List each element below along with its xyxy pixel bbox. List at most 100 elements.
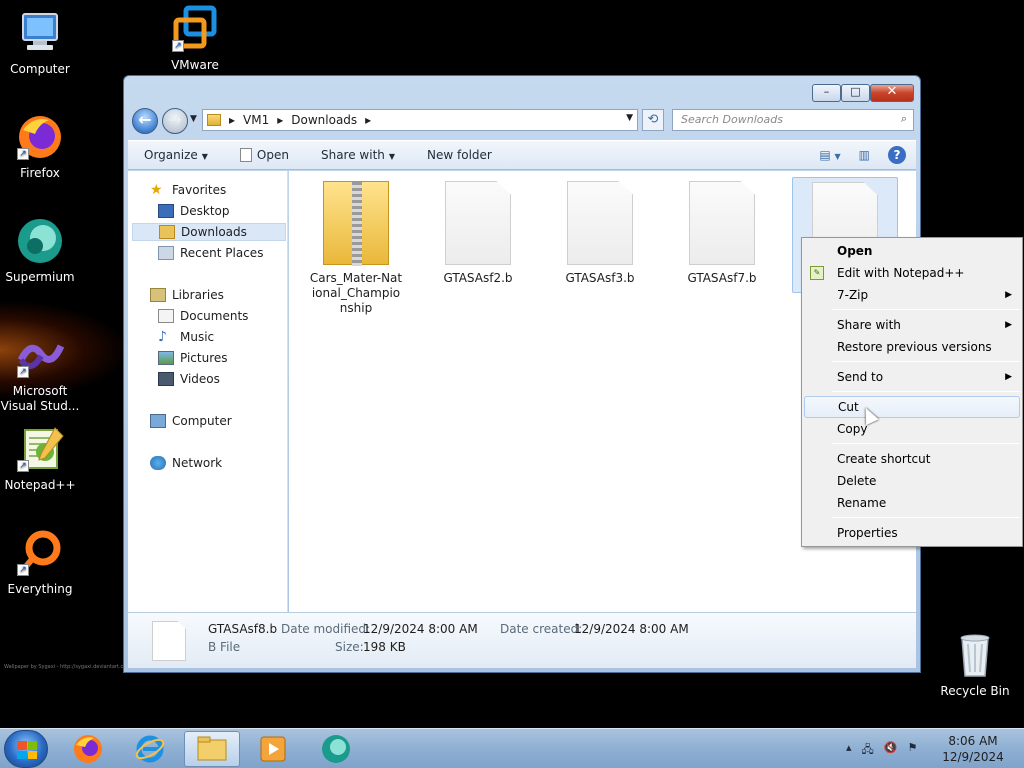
minimize-button[interactable]: – (812, 84, 841, 102)
change-view-button[interactable]: ▤ ▼ (819, 148, 840, 162)
back-button[interactable]: ← (132, 108, 158, 134)
file-item[interactable]: GTASAsf7.b (667, 177, 777, 286)
menu-item-send-to[interactable]: Send to ▶ (804, 366, 1020, 388)
search-icon[interactable]: ⌕ (901, 112, 907, 126)
nav-libraries[interactable]: Libraries (150, 286, 224, 304)
share-with-button[interactable]: Share with ▼ (305, 148, 411, 162)
breadcrumb-chevron-icon[interactable]: ▸ (365, 113, 371, 127)
file-item[interactable]: Cars_Mater-National_Championship (301, 177, 411, 316)
action-center-flag-icon[interactable]: ⚑ (908, 741, 918, 760)
nav-favorites[interactable]: ★ Favorites (150, 181, 226, 199)
system-tray: ▴ 🖧 🔇 ⚑ (846, 741, 917, 760)
nav-documents[interactable]: Documents (158, 307, 248, 325)
details-filetype: B File (208, 640, 241, 654)
recent-places-icon (158, 246, 174, 260)
desktop-icon-vmware[interactable]: ↗ VMware (155, 4, 235, 73)
desktop-icon-notepadpp[interactable]: ↗ Notepad++ (0, 424, 80, 493)
taskbar-media-player[interactable] (245, 731, 301, 767)
breadcrumb-chevron-icon[interactable]: ▸ (229, 113, 235, 127)
open-button[interactable]: Open (224, 148, 305, 162)
menu-item-share-with[interactable]: Share with ▶ (804, 314, 1020, 336)
wallpaper-credit: Wallpaper by Sygaxi - http://sygaxi.devi… (4, 664, 124, 670)
nav-music[interactable]: ♪ Music (158, 328, 214, 346)
supermium-icon (322, 735, 350, 763)
show-hidden-icons-button[interactable]: ▴ (846, 741, 852, 760)
network-status-icon[interactable]: 🖧 (862, 741, 874, 760)
menu-item-delete[interactable]: Delete (804, 470, 1020, 492)
desktop-icon-label: Notepad++ (4, 478, 76, 492)
desktop-icon-recycle-bin[interactable]: Recycle Bin (935, 630, 1015, 699)
clock[interactable]: 8:06 AM 12/9/2024 (936, 733, 1010, 765)
menu-label: Open (837, 244, 873, 258)
nav-recent-places[interactable]: Recent Places (158, 244, 263, 262)
nav-desktop[interactable]: Desktop (158, 202, 230, 220)
file-icon (689, 181, 755, 265)
details-modified-label: Date modified: (281, 622, 371, 636)
menu-item-copy[interactable]: Copy (804, 418, 1020, 440)
menu-item-7zip[interactable]: 7-Zip ▶ (804, 284, 1020, 306)
nav-videos[interactable]: Videos (158, 370, 220, 388)
new-folder-button[interactable]: New folder (411, 148, 508, 162)
file-item[interactable]: GTASAsf3.b (545, 177, 655, 286)
address-bar[interactable]: ▸ VM1 ▸ Downloads ▸ ▼ (202, 109, 638, 131)
internet-explorer-icon (135, 735, 165, 763)
menu-label: Edit with Notepad++ (837, 266, 965, 280)
close-button[interactable]: ✕ (870, 84, 914, 102)
details-filename: GTASAsf8.b (208, 622, 278, 636)
menu-item-open[interactable]: Open (804, 240, 1020, 262)
volume-muted-icon[interactable]: 🔇 (884, 741, 898, 760)
menu-item-cut[interactable]: Cut (804, 396, 1020, 418)
maximize-button[interactable]: □ (841, 84, 870, 102)
desktop-icon-computer[interactable]: Computer (0, 8, 80, 77)
address-history-dropdown[interactable]: ▼ (626, 113, 633, 123)
chevron-down-icon: ▼ (201, 152, 208, 161)
desktop-icon-visual-studio[interactable]: ↗ Microsoft Visual Stud... (0, 330, 80, 414)
menu-item-properties[interactable]: Properties (804, 522, 1020, 544)
help-icon[interactable]: ? (888, 146, 906, 164)
details-created-label: Date created: (500, 622, 583, 636)
document-icon (239, 148, 252, 162)
nav-computer[interactable]: Computer (150, 412, 232, 430)
shortcut-arrow-icon: ↗ (17, 366, 29, 378)
windows-logo-icon (17, 741, 37, 759)
file-item[interactable]: GTASAsf2.b (423, 177, 533, 286)
taskbar-internet-explorer[interactable] (122, 731, 178, 767)
desktop-icon-everything[interactable]: ↗ Everything (0, 528, 80, 597)
menu-item-edit-notepadpp[interactable]: ✎ Edit with Notepad++ (804, 262, 1020, 284)
recent-pages-dropdown[interactable]: ▼ (190, 114, 197, 124)
preview-pane-button[interactable]: ▥ (859, 148, 870, 162)
nav-pictures[interactable]: Pictures (158, 349, 228, 367)
nav-label: Favorites (172, 183, 227, 197)
desktop-icon-label: Microsoft Visual Stud... (0, 384, 80, 413)
menu-separator (832, 391, 1020, 392)
start-button[interactable] (4, 730, 48, 768)
nav-network[interactable]: Network (150, 454, 222, 472)
view-controls: ▤ ▼ ▥ ? (819, 146, 906, 164)
menu-label: Create shortcut (837, 452, 931, 466)
menu-item-restore-versions[interactable]: Restore previous versions (804, 336, 1020, 358)
taskbar-supermium[interactable] (308, 731, 364, 767)
chevron-down-icon: ▼ (388, 152, 396, 161)
desktop-icon-label: Supermium (5, 270, 75, 284)
menu-separator (832, 361, 1020, 362)
desktop-icon-firefox[interactable]: ↗ Firefox (0, 112, 80, 181)
refresh-button[interactable]: ⟲ (642, 109, 664, 131)
notepadpp-icon: ↗ (15, 424, 65, 474)
submenu-arrow-icon: ▶ (1005, 372, 1012, 382)
organize-button[interactable]: Organize ▼ (128, 148, 224, 162)
breadcrumb-item[interactable]: VM1 (243, 113, 269, 127)
menu-item-create-shortcut[interactable]: Create shortcut (804, 448, 1020, 470)
search-input[interactable]: Search Downloads ⌕ (672, 109, 914, 131)
context-menu: Open ✎ Edit with Notepad++ 7-Zip ▶ Share w… (801, 237, 1023, 547)
forward-button[interactable]: → (162, 108, 188, 134)
menu-item-rename[interactable]: Rename (804, 492, 1020, 514)
details-created-value: 12/9/2024 8:00 AM (574, 622, 689, 636)
breadcrumb-item[interactable]: Downloads (291, 113, 357, 127)
desktop-icon-supermium[interactable]: Supermium (0, 216, 80, 285)
taskbar-explorer[interactable] (184, 731, 240, 767)
menu-label: Properties (837, 526, 898, 540)
taskbar-firefox[interactable] (60, 731, 116, 767)
nav-downloads[interactable]: Downloads (132, 223, 286, 241)
breadcrumb-chevron-icon[interactable]: ▸ (277, 113, 283, 127)
file-icon (567, 181, 633, 265)
